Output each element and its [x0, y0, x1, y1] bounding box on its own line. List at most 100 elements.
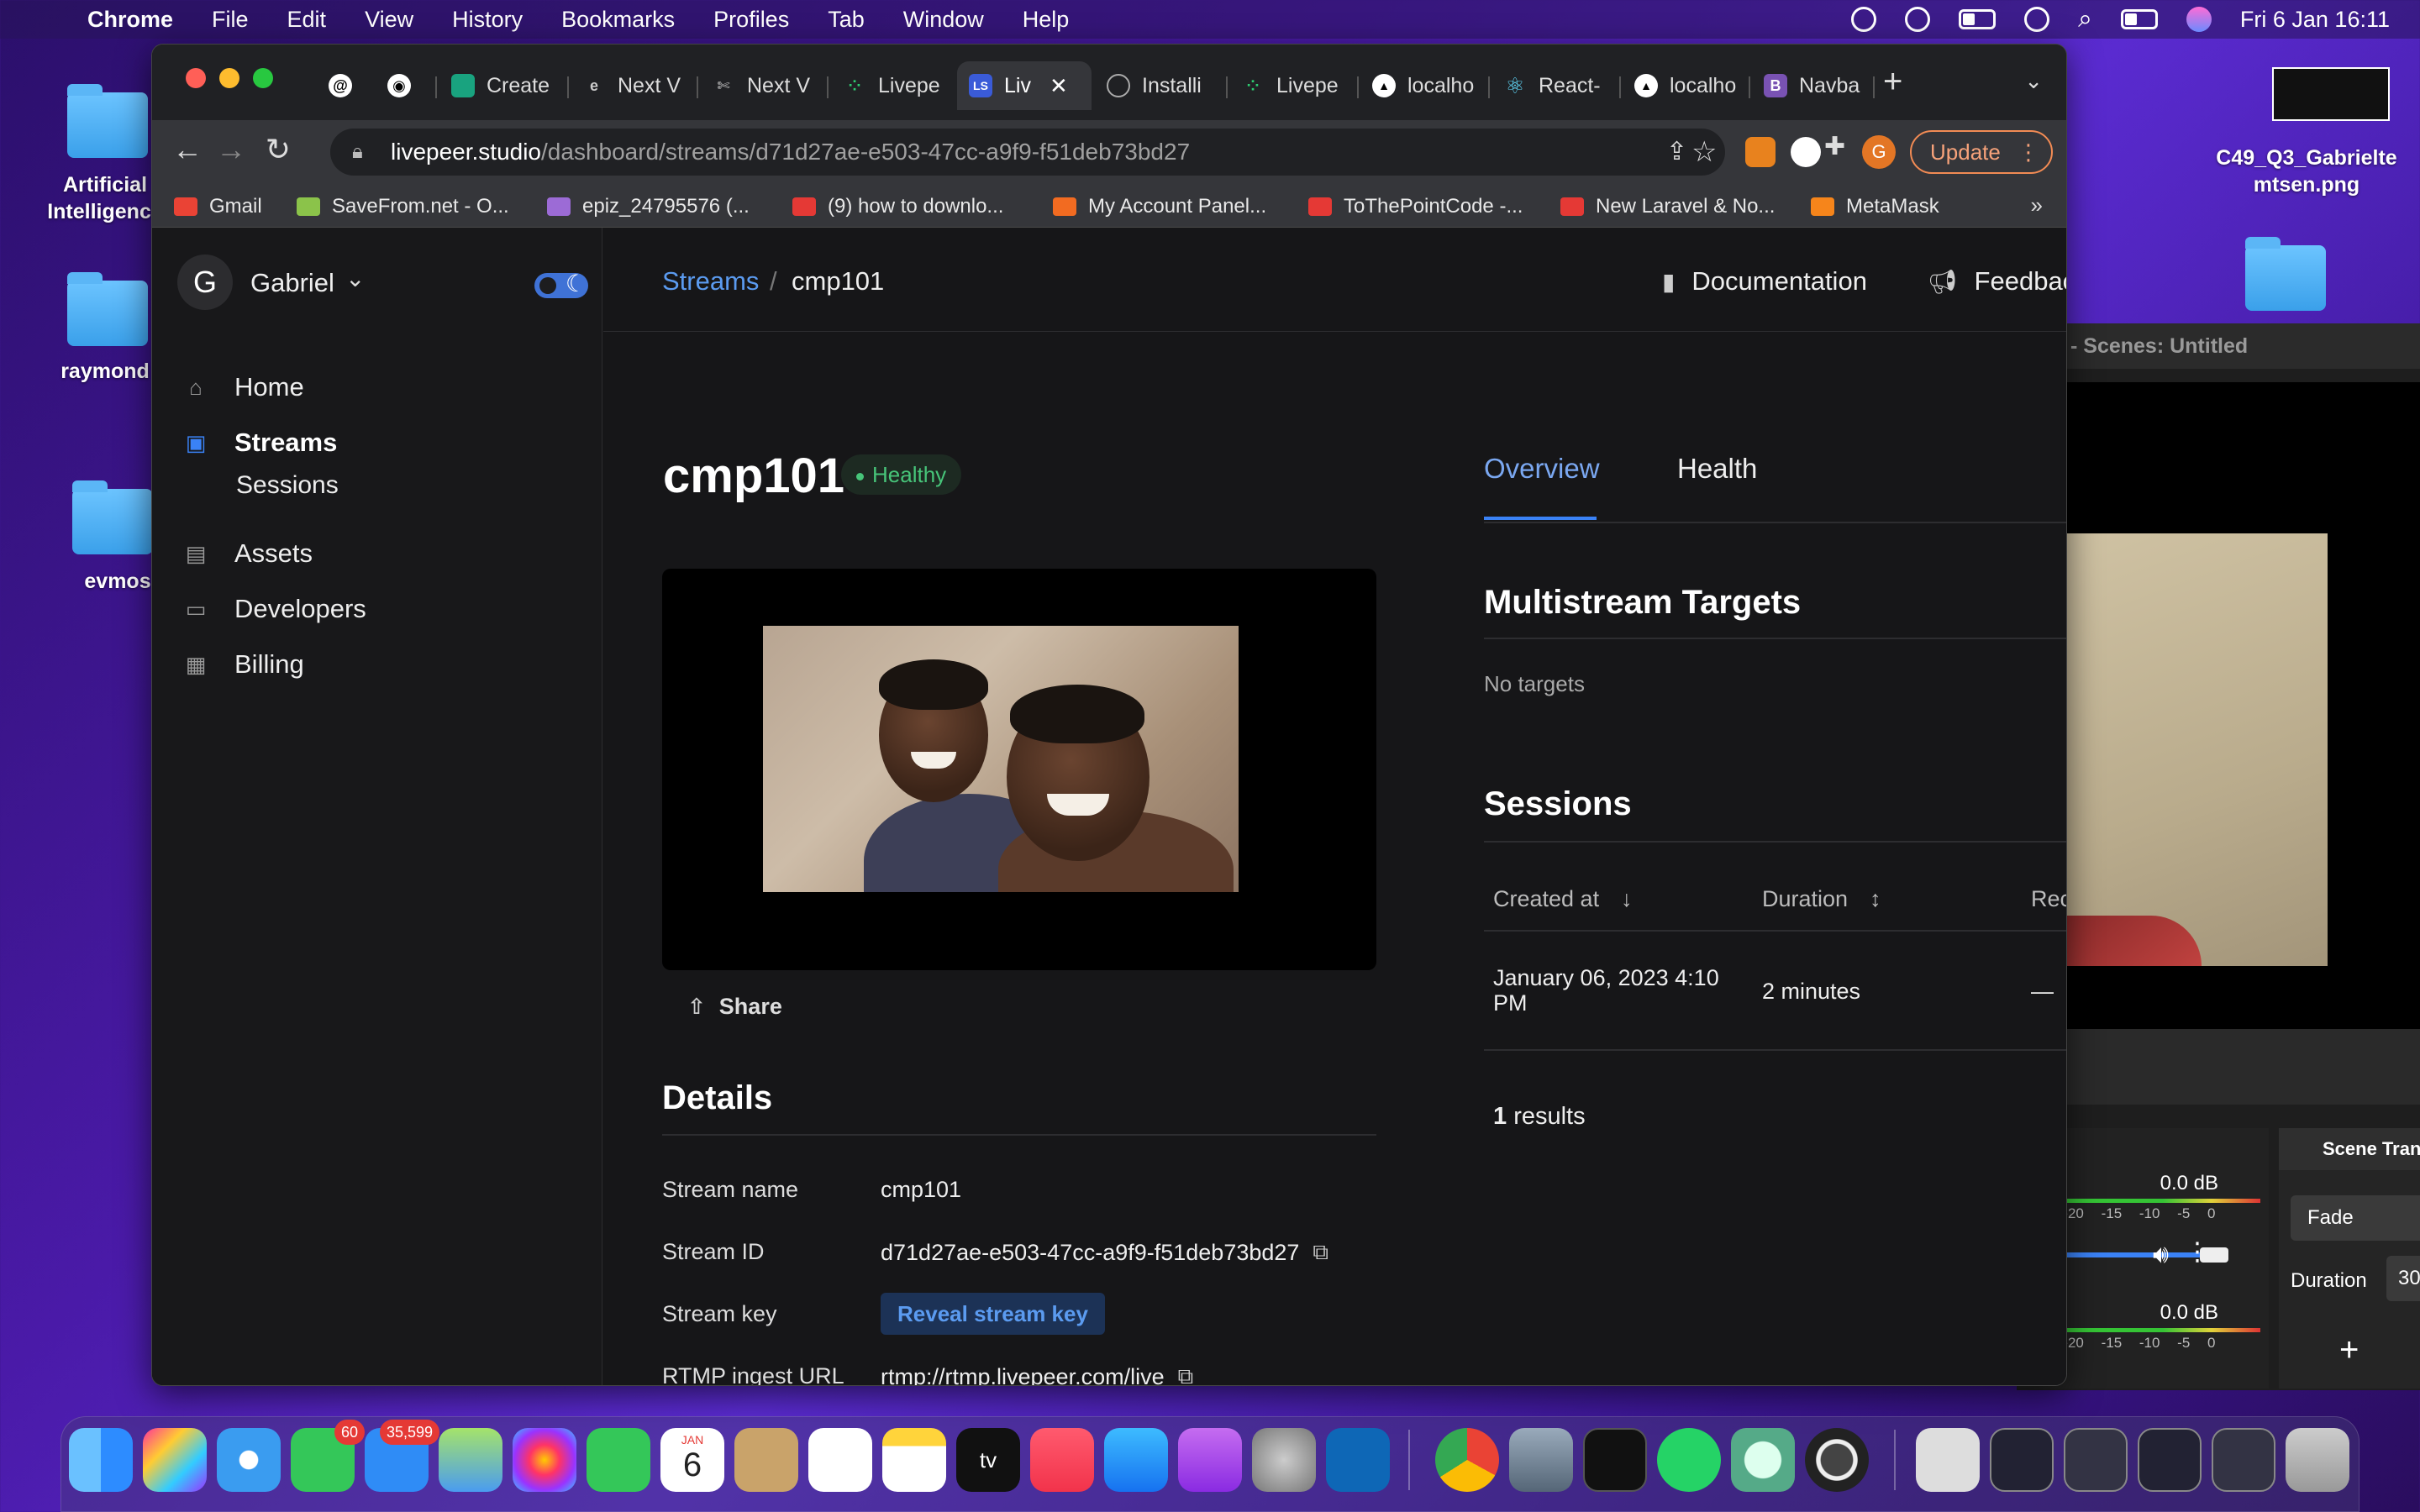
share-button[interactable]: ⇧ Share	[687, 994, 782, 1020]
profile-avatar[interactable]: G	[1862, 135, 1896, 169]
tab-navbar[interactable]: B Navba	[1752, 61, 1870, 110]
desktop-folder-raymond[interactable]	[67, 272, 148, 346]
forward-arrow-icon[interactable]: →	[211, 132, 251, 167]
obs-icon[interactable]	[1805, 1428, 1869, 1492]
facetime-icon[interactable]	[587, 1428, 650, 1492]
tab-livepeer-2[interactable]: ⁘ Livepe	[1229, 61, 1354, 110]
sidebar-item-sessions[interactable]: Sessions	[236, 471, 339, 500]
bookmark-metamask[interactable]: MetaMask	[1811, 192, 1939, 221]
whatsapp-icon[interactable]	[1657, 1428, 1721, 1492]
bookmark-epiz[interactable]: epiz_24795576 (...	[547, 192, 750, 221]
reminders-icon[interactable]	[808, 1428, 872, 1492]
theme-toggle[interactable]: ☾	[534, 270, 588, 298]
calendar-icon[interactable]: JAN 6	[660, 1428, 724, 1492]
sidebar-item-developers[interactable]: ▭ Developers	[182, 591, 366, 627]
tab-localhost-1[interactable]: ▲ localho	[1360, 61, 1485, 110]
menu-view[interactable]: View	[365, 7, 413, 33]
terminal-icon[interactable]	[1583, 1428, 1647, 1492]
bookmark-tothepointcode[interactable]: ToThePointCode -...	[1308, 192, 1523, 221]
column-duration[interactable]: Duration ↕	[1762, 886, 1881, 912]
obs-duration-input[interactable]: 30	[2386, 1256, 2420, 1301]
column-created-at[interactable]: Created at ↓	[1493, 886, 1633, 912]
preview-icon[interactable]	[1509, 1428, 1573, 1492]
control-center-icon[interactable]	[2120, 9, 2158, 29]
menu-profiles[interactable]: Profiles	[713, 7, 789, 33]
system-settings-icon[interactable]	[1252, 1428, 1316, 1492]
menu-clock[interactable]: Fri 6 Jan 16:11	[2240, 7, 2390, 33]
chrome-icon[interactable]	[1435, 1428, 1499, 1492]
kebab-menu-icon[interactable]: ⋮	[2185, 1237, 2210, 1267]
new-tab-icon[interactable]: +	[1883, 63, 1902, 101]
menu-file[interactable]: File	[212, 7, 249, 33]
obs-preview[interactable]	[2017, 382, 2420, 1029]
quicktime-icon[interactable]	[1731, 1428, 1795, 1492]
owl-extension-icon[interactable]	[1791, 137, 1821, 167]
podcasts-icon[interactable]	[1178, 1428, 1242, 1492]
menu-edit[interactable]: Edit	[287, 7, 327, 33]
safari-icon[interactable]	[217, 1428, 281, 1492]
menu-history[interactable]: History	[452, 7, 523, 33]
share-page-icon[interactable]: ⇪	[1666, 129, 1687, 176]
obs-status-icon[interactable]	[1851, 7, 1877, 32]
menu-app-name[interactable]: Chrome	[87, 7, 173, 33]
menu-bookmarks[interactable]: Bookmarks	[561, 7, 675, 33]
sidebar-item-home[interactable]: ⌂ Home	[182, 369, 304, 406]
bookmark-account-panel[interactable]: My Account Panel...	[1053, 192, 1266, 221]
tab-create[interactable]: Create	[439, 61, 564, 110]
kebab-menu-icon[interactable]: ⋮	[2018, 132, 2039, 172]
app-store-icon[interactable]	[1104, 1428, 1168, 1492]
contacts-icon[interactable]	[734, 1428, 798, 1492]
maps-icon[interactable]	[439, 1428, 502, 1492]
avatar[interactable]: G	[177, 255, 233, 310]
notes-icon[interactable]	[882, 1428, 946, 1492]
recent-window-1-icon[interactable]	[1990, 1428, 2054, 1492]
tab-install[interactable]: Installi	[1095, 61, 1223, 110]
bookmark-laravel[interactable]: New Laravel & No...	[1560, 192, 1775, 221]
close-window-button[interactable]	[186, 68, 206, 88]
address-bar[interactable]: 🔒︎ livepeer.studio/dashboard/streams/d71…	[330, 129, 1725, 176]
photos-icon[interactable]	[513, 1428, 576, 1492]
tab-livepeer-1[interactable]: ⁘ Livepe	[831, 61, 957, 110]
play-status-icon[interactable]	[1905, 7, 1931, 32]
feedback-link[interactable]: 📢︎ Feedback	[1928, 266, 2066, 297]
music-icon[interactable]	[1030, 1428, 1094, 1492]
recent-window-2-icon[interactable]	[2064, 1428, 2128, 1492]
desktop-file-thumbnail-icon[interactable]	[2272, 67, 2390, 121]
tab-openai[interactable]: @	[317, 61, 371, 110]
speaker-icon[interactable]: 🔊︎	[2153, 1241, 2169, 1269]
back-arrow-icon[interactable]: ←	[167, 132, 208, 167]
finder-icon[interactable]	[69, 1428, 133, 1492]
close-tab-icon[interactable]: ✕	[1050, 73, 1068, 99]
tab-search-chevron-icon[interactable]: ⌄	[2024, 68, 2043, 94]
sidebar-item-streams[interactable]: ▣ Streams	[182, 424, 338, 461]
menu-window[interactable]: Window	[903, 7, 984, 33]
battery-icon[interactable]	[1959, 9, 1996, 29]
trash-icon[interactable]	[2286, 1428, 2349, 1492]
desktop-folder-evmos[interactable]	[72, 480, 153, 554]
bookmark-star-icon[interactable]: ☆	[1691, 129, 1717, 176]
copy-icon[interactable]: ⧉	[1178, 1363, 1194, 1385]
account-name[interactable]: Gabriel	[250, 268, 334, 298]
zoom-window-button[interactable]	[253, 68, 273, 88]
tab-overview[interactable]: Overview	[1484, 453, 1600, 485]
tab-health[interactable]: Health	[1677, 453, 1757, 485]
downloads-stack-icon[interactable]	[1916, 1428, 1980, 1492]
bookmark-youtube-1[interactable]: (9) how to downlo...	[792, 192, 1003, 221]
bookmark-savefrom[interactable]: SaveFrom.net - O...	[297, 192, 509, 221]
tab-github[interactable]: ◉	[376, 61, 429, 110]
spotlight-search-icon[interactable]: ⌕	[2078, 5, 2092, 34]
recent-window-3-icon[interactable]	[2138, 1428, 2202, 1492]
menu-help[interactable]: Help	[1023, 7, 1070, 33]
tab-next-2[interactable]: ✄ Next V	[700, 61, 824, 110]
siri-icon[interactable]	[2186, 7, 2212, 32]
sidebar-item-assets[interactable]: ▤ Assets	[182, 535, 313, 572]
tab-localhost-2[interactable]: ▲ localho	[1623, 61, 1747, 110]
bookmark-gmail[interactable]: Gmail	[174, 192, 262, 221]
obs-transition-select[interactable]: Fade	[2291, 1195, 2420, 1241]
launchpad-icon[interactable]	[143, 1428, 207, 1492]
tab-react[interactable]: ⚛ React-	[1491, 61, 1616, 110]
desktop-folder-ai[interactable]	[67, 84, 148, 158]
tab-next-1[interactable]: e Next V	[571, 61, 695, 110]
recent-window-4-icon[interactable]	[2212, 1428, 2275, 1492]
metamask-extension-icon[interactable]	[1745, 137, 1776, 167]
